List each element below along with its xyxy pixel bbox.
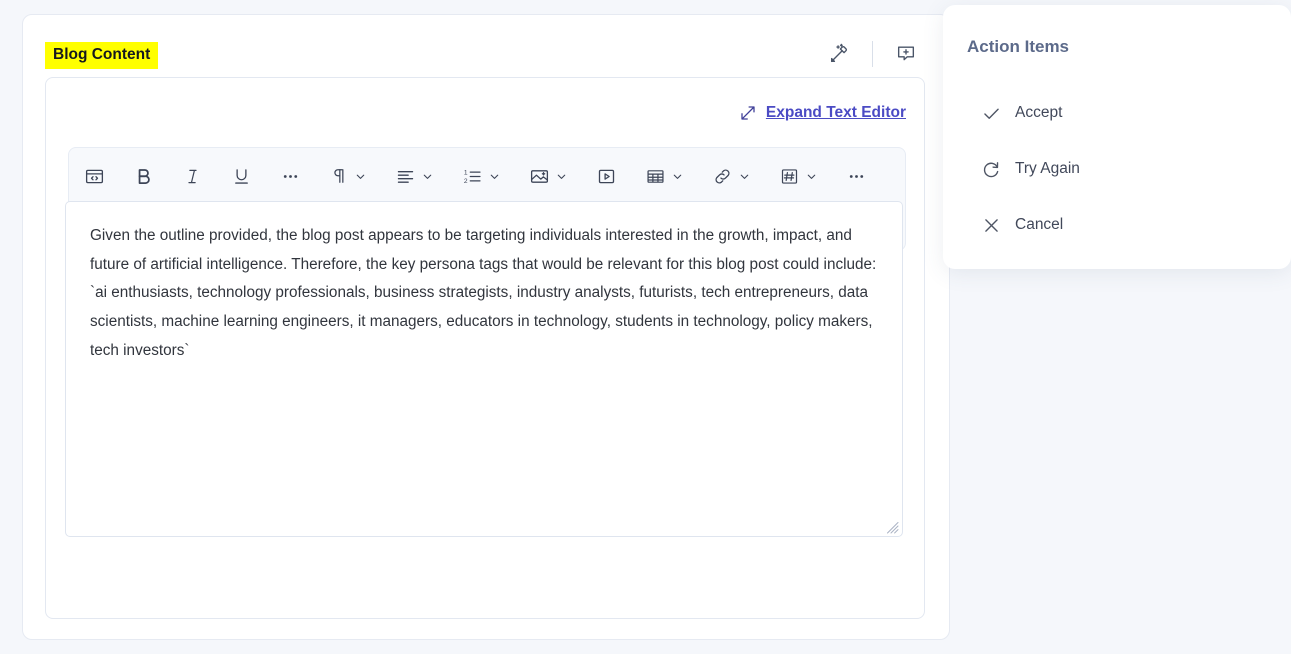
- paragraph-style-dropdown[interactable]: [322, 158, 374, 194]
- chevron-down-icon: [490, 174, 499, 179]
- action-item-label: Try Again: [1015, 160, 1080, 177]
- italic-button[interactable]: [175, 158, 210, 194]
- chevron-down-icon: [557, 174, 566, 179]
- blog-content-textarea[interactable]: Given the outline provided, the blog pos…: [65, 201, 903, 537]
- expand-arrow-icon: [739, 104, 757, 122]
- underline-button[interactable]: [224, 158, 259, 194]
- action-item-cancel[interactable]: Cancel: [967, 197, 1267, 253]
- resize-grip-icon[interactable]: [887, 521, 899, 534]
- blog-content-text: Given the outline provided, the blog pos…: [90, 227, 877, 359]
- blog-content-card: Blog Content Expand Text Editor 1 2 Give…: [22, 14, 950, 640]
- action-items-list: Accept Try Again Cancel: [967, 85, 1267, 253]
- close-icon: [967, 215, 1015, 236]
- action-item-label: Accept: [1015, 104, 1063, 121]
- bold-button[interactable]: [126, 158, 161, 194]
- video-button[interactable]: [589, 158, 624, 194]
- check-icon: [967, 103, 1015, 124]
- magic-wand-icon[interactable]: [820, 37, 858, 71]
- more-tools-button[interactable]: [839, 158, 874, 194]
- action-item-accept[interactable]: Accept: [967, 85, 1267, 141]
- toolbar-row-1: 1 2: [77, 154, 897, 198]
- image-dropdown[interactable]: [522, 158, 575, 194]
- action-items-title: Action Items: [967, 37, 1070, 56]
- align-dropdown[interactable]: [388, 158, 441, 194]
- refresh-icon: [967, 159, 1015, 180]
- header-divider: [872, 41, 873, 67]
- add-comment-icon[interactable]: [887, 37, 925, 71]
- code-block-button[interactable]: [77, 158, 112, 194]
- action-items-panel: Action Items Accept Try Again Cancel: [943, 5, 1291, 269]
- table-dropdown[interactable]: [638, 158, 691, 194]
- chevron-down-icon: [356, 174, 365, 179]
- card-header: Blog Content: [23, 15, 949, 77]
- svg-text:2: 2: [464, 177, 468, 184]
- chevron-down-icon: [423, 174, 432, 179]
- action-item-try-again[interactable]: Try Again: [967, 141, 1267, 197]
- more-formats-button[interactable]: [273, 158, 308, 194]
- expand-text-editor-label: Expand Text Editor: [765, 104, 906, 121]
- page-title: Blog Content: [45, 42, 159, 69]
- chevron-down-icon: [807, 174, 816, 179]
- chevron-down-icon: [673, 174, 682, 179]
- action-item-label: Cancel: [1015, 216, 1064, 233]
- list-dropdown[interactable]: 1 2: [455, 158, 508, 194]
- header-actions: [820, 37, 925, 71]
- expand-text-editor-button[interactable]: Expand Text Editor: [739, 104, 906, 122]
- svg-text:1: 1: [464, 169, 468, 176]
- link-dropdown[interactable]: [705, 158, 758, 194]
- embed-dropdown[interactable]: [772, 158, 825, 194]
- app-root: Blog Content Expand Text Editor 1 2 Give…: [0, 0, 1291, 654]
- chevron-down-icon: [740, 174, 749, 179]
